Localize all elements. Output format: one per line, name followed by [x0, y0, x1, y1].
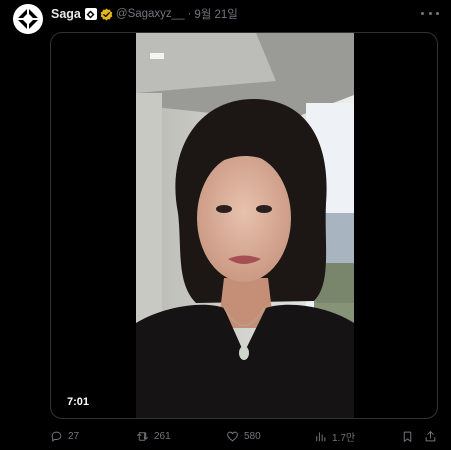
- views-icon: [316, 431, 326, 441]
- retweet-button[interactable]: 261: [136, 428, 171, 444]
- reply-button[interactable]: 27: [50, 428, 79, 444]
- tweet[interactable]: Saga @Sagaxyz__ · 9월 21일 7:01 27 261 580…: [0, 0, 451, 450]
- like-button[interactable]: 580: [226, 428, 261, 444]
- views-count: 1.7만: [332, 432, 356, 444]
- video-duration: 7:01: [65, 395, 92, 409]
- action-bar: 27 261 580 1.7만: [50, 428, 442, 444]
- like-icon: [227, 431, 238, 441]
- timestamp[interactable]: 9월 21일: [194, 6, 238, 22]
- bookmark-icon: [403, 431, 412, 442]
- separator-dot: ·: [187, 8, 192, 20]
- reply-count: 27: [68, 430, 80, 442]
- affiliate-badge-icon[interactable]: [84, 8, 97, 20]
- bookmark-button[interactable]: [401, 428, 414, 444]
- like-count: 580: [244, 430, 261, 442]
- more-icon[interactable]: [421, 6, 439, 20]
- share-button[interactable]: [424, 428, 437, 444]
- retweet-count: 261: [154, 430, 171, 442]
- verified-badge-icon[interactable]: [100, 8, 113, 21]
- views-button[interactable]: 1.7만: [314, 428, 355, 444]
- video-player[interactable]: 7:01: [50, 32, 438, 419]
- tweet-header: Saga @Sagaxyz__ · 9월 21일: [51, 6, 238, 22]
- avatar[interactable]: [13, 4, 43, 34]
- display-name[interactable]: Saga: [51, 7, 81, 21]
- saga-logo-icon: [17, 8, 39, 30]
- video-thumbnail: [136, 33, 354, 418]
- reply-icon: [51, 431, 62, 442]
- video-frame[interactable]: [136, 33, 354, 418]
- share-icon: [425, 430, 436, 441]
- handle[interactable]: @Sagaxyz__: [116, 8, 185, 20]
- retweet-icon: [137, 431, 148, 441]
